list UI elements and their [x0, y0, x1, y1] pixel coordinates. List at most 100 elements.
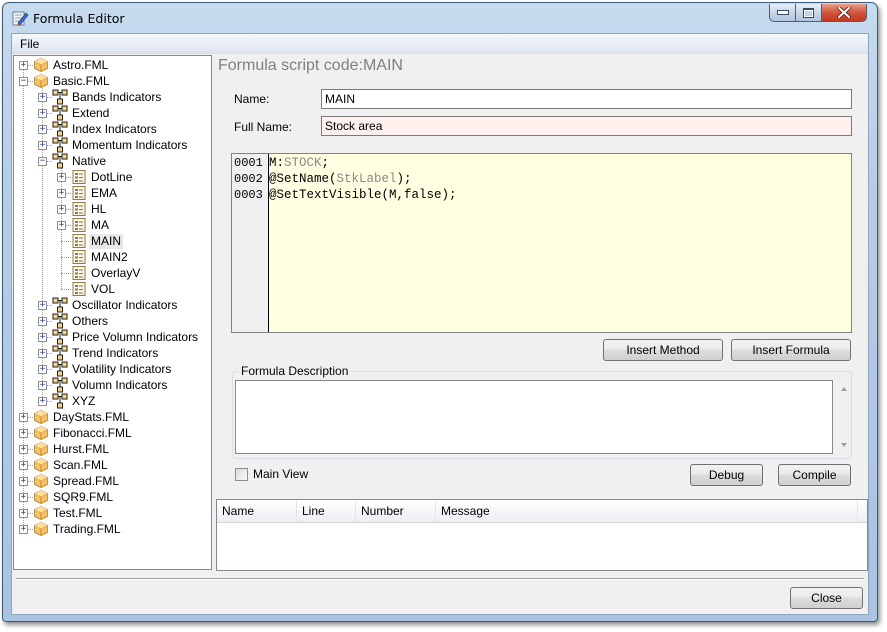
code-identifier: StkLabel	[336, 172, 397, 186]
column-header-line[interactable]: Line	[297, 500, 356, 522]
expand-icon[interactable]: +	[38, 381, 47, 390]
expand-icon[interactable]: +	[38, 93, 47, 102]
tree-item-label: Native	[72, 153, 107, 168]
scroll-down-icon[interactable]	[841, 443, 847, 447]
tree-item-ema[interactable]: EMA	[71, 185, 119, 201]
code-identifier: STOCK	[284, 156, 322, 170]
column-header-number[interactable]: Number	[356, 500, 436, 522]
formula-description-input[interactable]	[235, 380, 833, 454]
expand-icon[interactable]: +	[19, 493, 28, 502]
tree-item-label: MAIN	[89, 233, 123, 249]
tree-item-test-fml[interactable]: Test.FML	[33, 505, 104, 521]
expand-icon[interactable]: +	[38, 349, 47, 358]
minimize-button[interactable]	[769, 4, 796, 22]
tree-item-extend[interactable]: Extend	[52, 105, 111, 121]
collapse-icon[interactable]: −	[38, 157, 47, 166]
maximize-button[interactable]	[796, 4, 822, 22]
column-header-message[interactable]: Message	[436, 500, 858, 522]
tree-item-sqr9-fml[interactable]: SQR9.FML	[33, 489, 115, 505]
insert-formula-button[interactable]: Insert Formula	[731, 339, 851, 361]
expand-icon[interactable]: +	[57, 189, 66, 198]
insert-method-button[interactable]: Insert Method	[603, 339, 723, 361]
tree-item-bands-indicators[interactable]: Bands Indicators	[52, 89, 163, 105]
close-button[interactable]: Close	[790, 587, 863, 609]
expand-icon[interactable]: +	[19, 477, 28, 486]
tree-item-volatility-indicators[interactable]: Volatility Indicators	[52, 361, 173, 377]
tree-item-main2[interactable]: MAIN2	[71, 249, 130, 265]
menu-file[interactable]: File	[20, 37, 39, 51]
tree-item-oscillator-indicators[interactable]: Oscillator Indicators	[52, 297, 179, 313]
tree-item-trading-fml[interactable]: Trading.FML	[33, 521, 123, 537]
expand-icon[interactable]: +	[38, 397, 47, 406]
scroll-up-icon[interactable]	[841, 387, 847, 391]
tree-item-vol[interactable]: VOL	[71, 281, 117, 297]
hierarchy-icon	[52, 137, 68, 153]
code-editor[interactable]: 0001 M:STOCK; 0002 @SetName(StkLabel); 0003 @…	[231, 153, 852, 333]
tree-item-hl[interactable]: HL	[71, 201, 108, 217]
formula-icon	[71, 217, 87, 233]
tree-connector-line	[61, 241, 71, 242]
tree-item-index-indicators[interactable]: Index Indicators	[52, 121, 159, 137]
expand-icon[interactable]: +	[19, 509, 28, 518]
code-line: 0003 @SetTextVisible(M,false);	[232, 187, 851, 203]
expand-icon[interactable]: +	[19, 461, 28, 470]
package-icon	[33, 441, 49, 457]
tree-item-trend-indicators[interactable]: Trend Indicators	[52, 345, 160, 361]
tree-item-native[interactable]: Native	[52, 153, 108, 169]
tree-item-dotline[interactable]: DotLine	[71, 169, 134, 185]
hierarchy-icon	[52, 105, 68, 121]
messages-list[interactable]: Name Line Number Message	[216, 499, 868, 571]
tree-item-volumn-indicators[interactable]: Volumn Indicators	[52, 377, 169, 393]
window-title: Formula Editor	[33, 11, 125, 26]
expand-icon[interactable]: +	[38, 333, 47, 342]
tree-item-label: Price Volumn Indicators	[72, 329, 199, 344]
tree-item-hurst-fml[interactable]: Hurst.FML	[33, 441, 111, 457]
tree-item-fibonacci-fml[interactable]: Fibonacci.FML	[33, 425, 134, 441]
expand-icon[interactable]: +	[38, 301, 47, 310]
tree-item-xyz[interactable]: XYZ	[52, 393, 97, 409]
tree-item-scan-fml[interactable]: Scan.FML	[33, 457, 110, 473]
name-label: Name:	[234, 92, 270, 106]
tree-connector-line	[61, 289, 71, 290]
tree-item-label: XYZ	[72, 393, 96, 408]
tree-item-astro-fml[interactable]: Astro.FML	[33, 57, 110, 73]
expand-icon[interactable]: +	[38, 141, 47, 150]
compile-button[interactable]: Compile	[778, 464, 851, 486]
tree-item-others[interactable]: Others	[52, 313, 110, 329]
name-input[interactable]	[321, 89, 852, 109]
expand-icon[interactable]: +	[19, 413, 28, 422]
tree-item-spread-fml[interactable]: Spread.FML	[33, 473, 121, 489]
expand-icon[interactable]: +	[19, 445, 28, 454]
tree-item-daystats-fml[interactable]: DayStats.FML	[33, 409, 131, 425]
code-token: );	[396, 172, 412, 186]
package-icon	[33, 521, 49, 537]
tree-item-momentum-indicators[interactable]: Momentum Indicators	[52, 137, 189, 153]
fullname-input[interactable]	[321, 116, 852, 136]
expand-icon[interactable]: +	[38, 317, 47, 326]
expand-icon[interactable]: +	[57, 221, 66, 230]
package-icon	[33, 409, 49, 425]
hierarchy-icon	[52, 89, 68, 105]
expand-icon[interactable]: +	[38, 109, 47, 118]
tree-item-ma[interactable]: MA	[71, 217, 111, 233]
title-bar[interactable]: Formula Editor	[3, 3, 877, 33]
expand-icon[interactable]: +	[57, 173, 66, 182]
expand-icon[interactable]: +	[19, 61, 28, 70]
debug-button[interactable]: Debug	[690, 464, 763, 486]
expand-icon[interactable]: +	[57, 205, 66, 214]
collapse-icon[interactable]: −	[19, 77, 28, 86]
expand-icon[interactable]: +	[19, 525, 28, 534]
tree-item-basic-fml[interactable]: Basic.FML	[33, 73, 112, 89]
tree-item-label: Fibonacci.FML	[53, 425, 132, 440]
column-header-name[interactable]: Name	[217, 500, 297, 522]
expand-icon[interactable]: +	[38, 365, 47, 374]
main-view-checkbox[interactable]	[235, 468, 248, 481]
tree-item-price-volumn-indicators[interactable]: Price Volumn Indicators	[52, 329, 200, 345]
expand-icon[interactable]: +	[19, 429, 28, 438]
formula-tree[interactable]: + Astro.FML − Basic.FML + Bands Indicators + Ex…	[13, 55, 212, 570]
expand-icon[interactable]: +	[38, 125, 47, 134]
tree-item-main[interactable]: MAIN	[71, 233, 123, 249]
tree-item-overlayv[interactable]: OverlayV	[71, 265, 142, 281]
close-window-button[interactable]	[822, 4, 867, 22]
package-icon	[33, 489, 49, 505]
